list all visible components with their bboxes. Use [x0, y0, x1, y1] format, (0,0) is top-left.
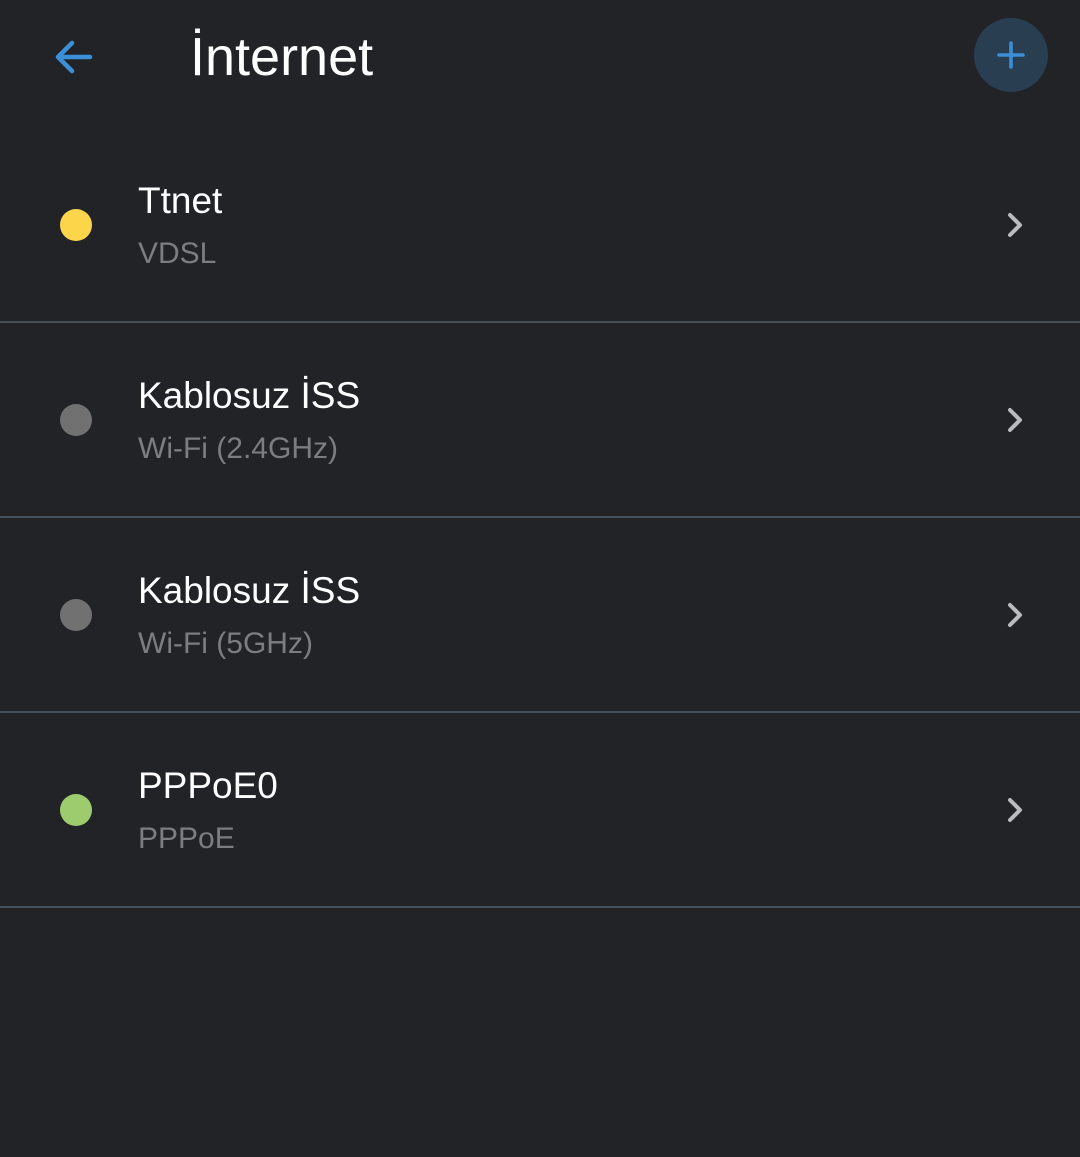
- app-bar: İnternet: [0, 0, 1080, 120]
- chevron-right-icon: [1000, 403, 1030, 437]
- status-dot: [60, 404, 92, 436]
- connection-type: VDSL: [138, 237, 217, 270]
- plus-icon: [997, 41, 1025, 69]
- back-button[interactable]: [44, 27, 104, 87]
- connection-item-ttnet[interactable]: Ttnet VDSL: [0, 128, 1080, 323]
- arrow-left-icon: [55, 40, 93, 74]
- connection-type: PPPoE: [138, 822, 235, 855]
- chevron-right-icon: [1000, 793, 1030, 827]
- status-dot: [60, 209, 92, 241]
- chevron-right-icon: [1000, 598, 1030, 632]
- connection-name: Kablosuz İSS: [138, 375, 361, 416]
- connection-item-wifi-5ghz[interactable]: Kablosuz İSS Wi-Fi (5GHz): [0, 518, 1080, 713]
- connection-name: Kablosuz İSS: [138, 570, 361, 611]
- connection-name: PPPoE0: [138, 765, 278, 806]
- connection-item-wifi-24ghz[interactable]: Kablosuz İSS Wi-Fi (2.4GHz): [0, 323, 1080, 518]
- internet-screen: İnternet Ttnet VDSL Kablosuz İSS Wi-Fi (…: [0, 0, 1080, 1157]
- page-title: İnternet: [190, 27, 374, 87]
- connection-name: Ttnet: [138, 180, 223, 221]
- connection-type: Wi-Fi (5GHz): [138, 627, 313, 660]
- add-connection-button[interactable]: [974, 18, 1048, 92]
- connection-list: Ttnet VDSL Kablosuz İSS Wi-Fi (2.4GHz) K…: [0, 128, 1080, 908]
- chevron-right-icon: [1000, 208, 1030, 242]
- status-dot: [60, 599, 92, 631]
- connection-item-pppoe0[interactable]: PPPoE0 PPPoE: [0, 713, 1080, 908]
- connection-type: Wi-Fi (2.4GHz): [138, 432, 338, 465]
- status-dot: [60, 794, 92, 826]
